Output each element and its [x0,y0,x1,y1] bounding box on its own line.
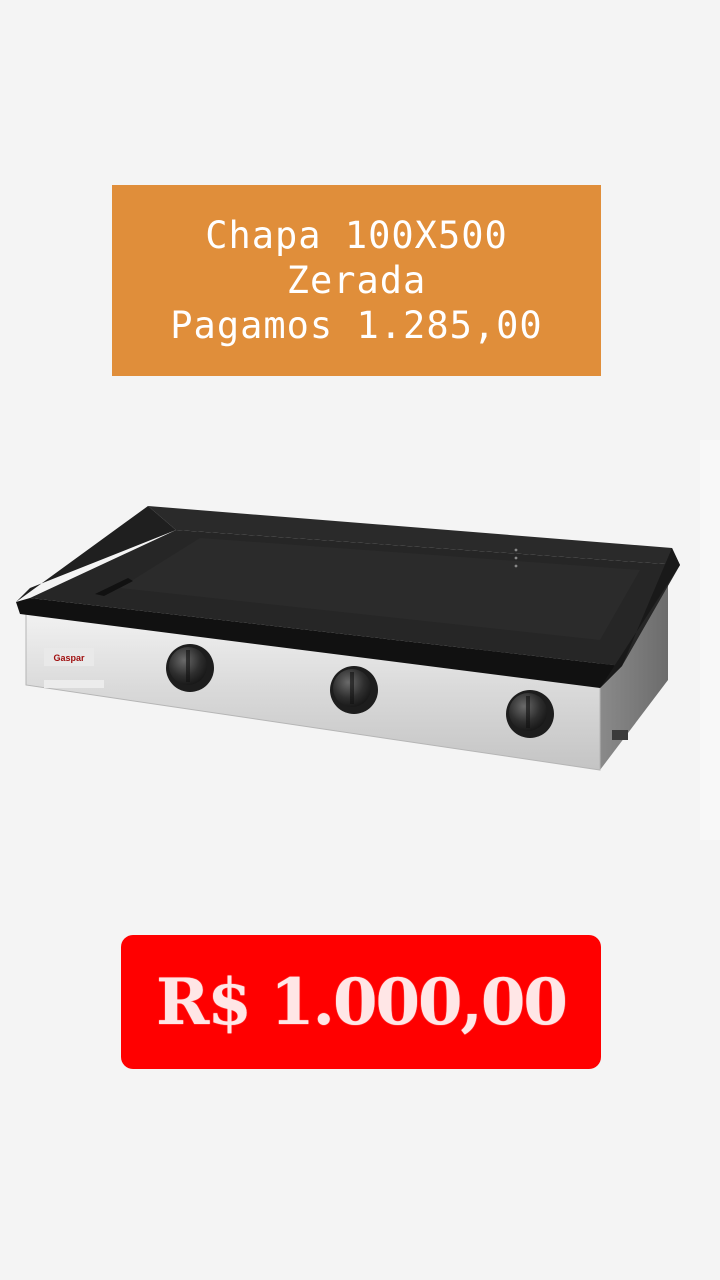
offer-title: Chapa 100X500 [205,214,508,257]
price-value: R$ 1.000,00 [156,964,568,1040]
knob-left [166,644,214,692]
price-tag: R$ 1.000,00 [121,935,601,1069]
brand-logo: Gaspar [53,653,85,663]
griddle-image: Gaspar [16,506,680,771]
offer-card: Chapa 100X500 Zerada Pagamos 1.285,00 [112,185,601,376]
offer-paid-price: Pagamos 1.285,00 [170,304,543,347]
offer-condition: Zerada [286,259,427,302]
knob-center [330,666,378,714]
knob-right [506,690,554,738]
